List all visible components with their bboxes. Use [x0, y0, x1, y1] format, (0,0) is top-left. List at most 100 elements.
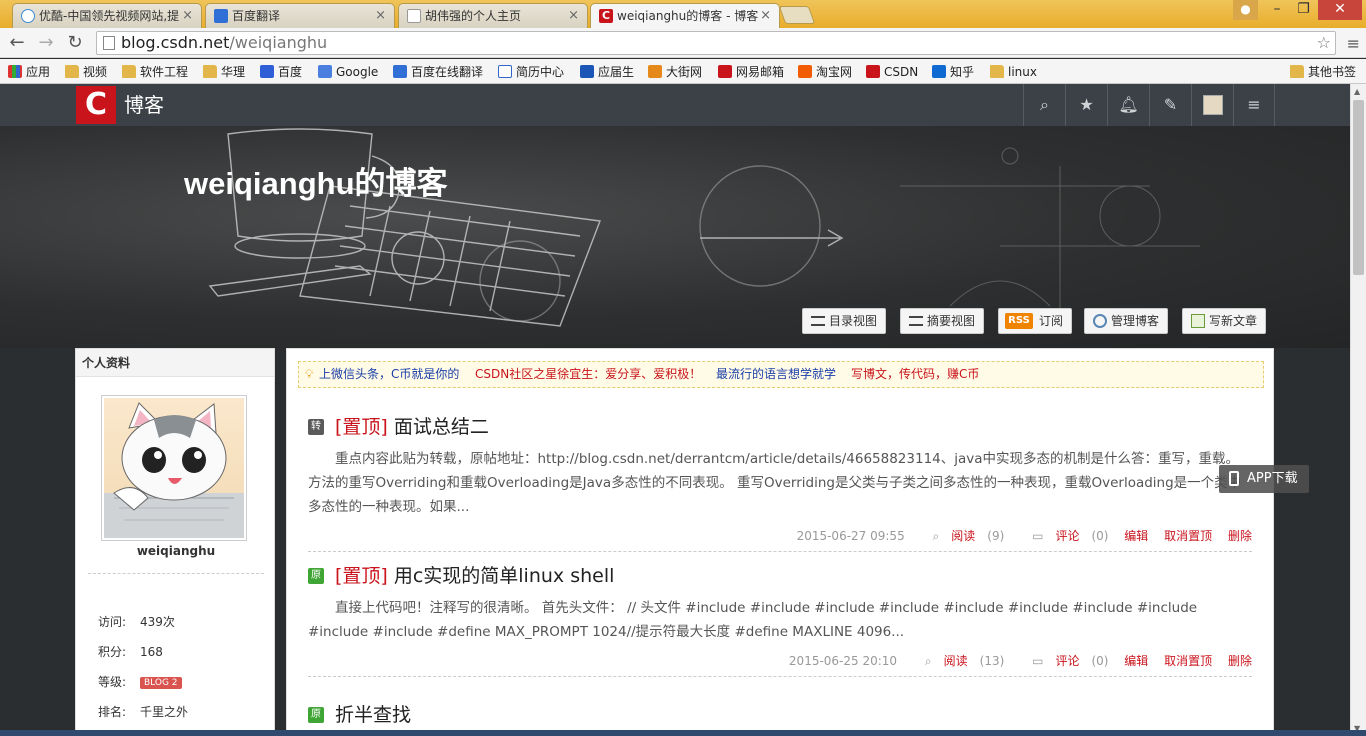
comment-icon: ▭ [1032, 654, 1044, 668]
user-profile-icon[interactable]: ● [1233, 0, 1258, 20]
tab-youku[interactable]: 优酷-中国领先视频网站,提 × [12, 3, 202, 28]
tab-csdn-blog[interactable]: C weiqianghu的博客 - 博客 × [590, 3, 780, 29]
untop-link[interactable]: 取消置顶 [1164, 654, 1212, 668]
article-type-badge: 原 [308, 707, 324, 723]
close-icon[interactable]: × [375, 4, 386, 28]
star-icon[interactable]: ★ [1065, 84, 1107, 126]
csdn-top-nav: C 博客 ⌕ ★ 🔔︎ ✎ ≡ [0, 84, 1350, 126]
scroll-thumb[interactable] [1353, 100, 1364, 275]
notice-link-languages[interactable]: 最流行的语言想学就学 [716, 362, 836, 387]
bookmark-ecust[interactable]: 华理 [203, 63, 245, 81]
manage-blog-button[interactable]: 管理博客 [1084, 308, 1169, 334]
close-icon[interactable]: × [182, 4, 193, 28]
bookmark-netease-mail[interactable]: 网易邮箱 [718, 63, 784, 81]
app-download-button[interactable]: APP下载 [1219, 465, 1309, 493]
bookmark-resume[interactable]: 简历中心 [498, 63, 564, 81]
blog-title[interactable]: weiqianghu的博客 [184, 158, 448, 203]
notice-link-write[interactable]: 写博文，传代码，赚C币 [851, 362, 979, 387]
summary-view-button[interactable]: 摘要视图 [900, 308, 985, 334]
folder-icon [203, 65, 217, 78]
close-icon[interactable]: × [568, 4, 579, 28]
summary-icon [909, 316, 923, 326]
baidu-translate-icon [393, 65, 407, 78]
bookmark-csdn[interactable]: CSDN [866, 63, 918, 81]
stat-rank: 排名: 千里之外 [98, 705, 189, 719]
bookmark-linux[interactable]: linux [990, 63, 1037, 81]
minimize-icon[interactable]: – [1264, 0, 1290, 20]
forward-arrow-icon[interactable]: → [35, 32, 57, 54]
edit-icon[interactable]: ✎ [1149, 84, 1191, 126]
taobao-icon [798, 65, 812, 78]
section-title[interactable]: 博客 [124, 84, 164, 126]
stat-points: 积分: 168 [98, 645, 163, 659]
folder-icon [1290, 65, 1304, 78]
read-count[interactable]: ⌕ 阅读 (13) [913, 654, 1004, 668]
folder-icon [990, 65, 1004, 78]
browser-menu-icon[interactable]: ≡ [1347, 34, 1360, 53]
new-tab-button[interactable] [778, 6, 816, 24]
hand-icon [498, 65, 512, 78]
subscribe-button[interactable]: RSS 订阅 [998, 308, 1073, 334]
read-count[interactable]: ⌕ 阅读 (9) [921, 529, 1005, 543]
tab-title: 优酷-中国领先视频网站,提 [39, 9, 180, 23]
rss-icon: RSS [1005, 313, 1033, 329]
bookmark-software-engineering[interactable]: 软件工程 [122, 63, 188, 81]
window-close-icon[interactable]: ✕ [1318, 0, 1362, 20]
csdn-icon [866, 65, 880, 78]
bookmark-video[interactable]: 视频 [65, 63, 107, 81]
bookmark-apps[interactable]: 应用 [8, 63, 50, 81]
article-list: 💡︎ 上微信头条，C币就是你的 CSDN社区之星徐宜生：爱分享、爱积极！ 最流行… [286, 348, 1274, 736]
divider [88, 573, 264, 574]
notice-link-wechat[interactable]: 上微信头条，C币就是你的 [319, 362, 459, 387]
article-title[interactable]: [置顶] 用c实现的简单linux shell [335, 564, 614, 588]
comment-count[interactable]: ▭ 评论 (0) [1020, 654, 1108, 668]
reload-icon[interactable]: ↻ [64, 32, 86, 54]
user-avatar[interactable] [1191, 84, 1233, 126]
csdn-logo[interactable]: C [76, 86, 116, 124]
bell-icon[interactable]: 🔔︎ [1107, 84, 1149, 126]
bookmark-star-icon[interactable]: ☆ [1317, 32, 1331, 54]
edit-link[interactable]: 编辑 [1124, 654, 1148, 668]
address-bar[interactable]: blog.csdn.net/weiqianghu ☆ [96, 31, 1336, 55]
article-date: 2015-06-27 09:55 [796, 529, 905, 543]
bookmark-baidu-translate[interactable]: 百度在线翻译 [393, 63, 483, 81]
bookmark-taobao[interactable]: 淘宝网 [798, 63, 852, 81]
baidu-paw-icon [260, 65, 274, 78]
browser-tab-bar: 优酷-中国领先视频网站,提 × 百度翻译 × 胡伟强的个人主页 × C weiq… [0, 0, 1366, 29]
profile-username[interactable]: weiqianghu [76, 544, 276, 558]
bookmark-google[interactable]: Google [318, 63, 378, 81]
catalog-view-button[interactable]: 目录视图 [802, 308, 887, 334]
back-arrow-icon[interactable]: ← [6, 32, 28, 54]
write-article-button[interactable]: 写新文章 [1182, 308, 1267, 334]
tab-title: 胡伟强的个人主页 [425, 9, 522, 23]
article-divider [308, 676, 1252, 677]
delete-link[interactable]: 删除 [1228, 654, 1252, 668]
profile-avatar[interactable] [101, 395, 247, 541]
untop-link[interactable]: 取消置顶 [1164, 529, 1212, 543]
bookmark-yingjiesheng[interactable]: 应届生 [580, 63, 634, 81]
page-scrollbar[interactable]: ▲ ▼ [1350, 84, 1366, 736]
bookmark-dajie[interactable]: 大街网 [648, 63, 702, 81]
bookmark-zhihu[interactable]: 知乎 [932, 63, 974, 81]
tab-baidu-translate[interactable]: 百度翻译 × [205, 3, 395, 28]
cat-avatar-image [104, 398, 244, 538]
article-title[interactable]: [置顶] 面试总结二 [335, 415, 489, 439]
delete-link[interactable]: 删除 [1228, 529, 1252, 543]
notice-link-community-star[interactable]: CSDN社区之星徐宜生：爱分享、爱积极！ [475, 362, 701, 387]
url-text[interactable]: blog.csdn.net/weiqianghu [121, 32, 327, 54]
edit-link[interactable]: 编辑 [1124, 529, 1148, 543]
hamburger-menu-icon[interactable]: ≡ [1233, 84, 1275, 126]
bookmark-baidu[interactable]: 百度 [260, 63, 302, 81]
url-path: /weiqianghu [229, 33, 328, 52]
comment-count[interactable]: ▭ 评论 (0) [1020, 529, 1108, 543]
tab-homepage[interactable]: 胡伟强的个人主页 × [398, 3, 588, 28]
article-title[interactable]: 折半查找 [335, 703, 411, 727]
close-icon[interactable]: × [760, 4, 771, 28]
article-meta: 2015-06-27 09:55 ⌕ 阅读 (9) ▭ 评论 (0) 编辑 取消置顶 删… [785, 527, 1252, 544]
tab-title: 百度翻译 [232, 9, 281, 23]
maximize-icon[interactable]: ❐ [1290, 0, 1317, 20]
scroll-up-arrow-icon[interactable]: ▲ [1354, 87, 1360, 96]
bookmark-other[interactable]: 其他书签 [1290, 63, 1356, 81]
search-icon[interactable]: ⌕ [1023, 84, 1065, 126]
blog-banner: weiqianghu的博客 目录视图 摘要视图 RSS 订阅 管理博客 写新文章 [0, 126, 1350, 348]
